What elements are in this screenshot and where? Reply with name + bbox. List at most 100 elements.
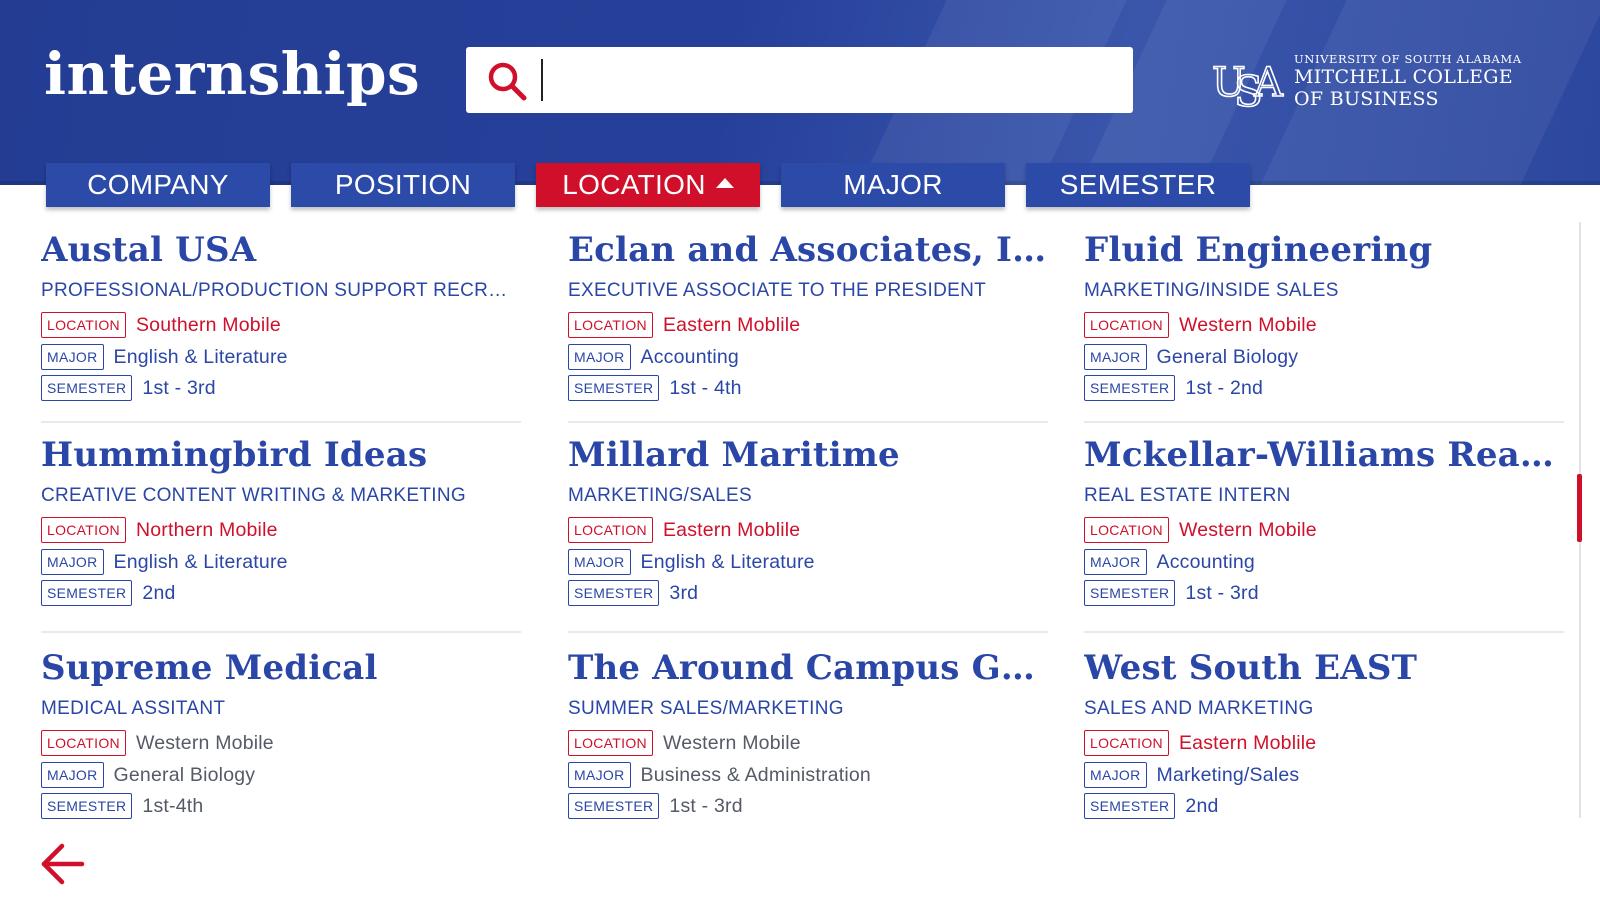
semester-value: 3rd — [669, 581, 699, 604]
company-name[interactable]: Eclan and Associates, Inc. — [568, 230, 1048, 270]
tab-major[interactable]: MAJOR — [781, 163, 1005, 207]
major-tag: MAJOR — [568, 344, 631, 370]
location-row: LOCATION Western Mobile — [1084, 312, 1317, 338]
position-title: MEDICAL ASSITANT — [41, 698, 226, 719]
location-row: LOCATION Northern Mobile — [41, 517, 278, 543]
company-name[interactable]: Supreme Medical — [41, 648, 521, 688]
semester-row: SEMESTER 1st - 3rd — [568, 793, 743, 819]
semester-row: SEMESTER 1st-4th — [41, 793, 203, 819]
tab-location[interactable]: LOCATION — [536, 163, 760, 207]
semester-tag: SEMESTER — [568, 580, 660, 606]
location-value: Southern Mobile — [135, 313, 281, 336]
location-row: LOCATION Southern Mobile — [41, 312, 281, 338]
tab-company[interactable]: COMPANY — [46, 163, 270, 207]
major-tag: MAJOR — [41, 762, 104, 788]
location-value: Western Mobile — [1178, 518, 1317, 541]
position-title: MARKETING/INSIDE SALES — [1084, 280, 1339, 301]
location-value: Northern Mobile — [135, 518, 278, 541]
tab-semester[interactable]: SEMESTER — [1026, 163, 1250, 207]
company-name[interactable]: Fluid Engineering — [1084, 230, 1564, 270]
semester-row: SEMESTER 1st - 3rd — [41, 375, 216, 401]
row-divider — [41, 631, 521, 633]
location-tag: LOCATION — [568, 312, 653, 338]
location-value: Eastern Moblile — [662, 313, 801, 336]
row-divider — [41, 421, 521, 423]
semester-tag: SEMESTER — [41, 793, 133, 819]
position-title: CREATIVE CONTENT WRITING & MARKETING — [41, 485, 466, 506]
semester-row: SEMESTER 1st - 2nd — [1084, 375, 1263, 401]
location-row: LOCATION Eastern Moblile — [568, 312, 800, 338]
semester-value: 2nd — [142, 581, 176, 604]
major-row: MAJOR General Biology — [1084, 344, 1298, 370]
semester-tag: SEMESTER — [568, 375, 660, 401]
arrow-left-icon[interactable] — [38, 842, 86, 886]
location-value: Eastern Moblile — [1178, 731, 1317, 754]
semester-tag: SEMESTER — [1084, 580, 1176, 606]
tab-position[interactable]: POSITION — [291, 163, 515, 207]
major-value: English & Literature — [113, 345, 288, 368]
tab-label: LOCATION — [562, 169, 706, 200]
major-row: MAJOR English & Literature — [41, 549, 288, 575]
major-tag: MAJOR — [1084, 762, 1147, 788]
semester-tag: SEMESTER — [41, 375, 133, 401]
semester-value: 2nd — [1185, 794, 1219, 817]
major-row: MAJOR General Biology — [41, 762, 255, 788]
company-name[interactable]: Austal USA — [41, 230, 521, 270]
semester-value: 1st - 3rd — [669, 794, 743, 817]
sort-ascending-triangle-icon — [715, 178, 734, 188]
semester-value: 1st - 2nd — [1185, 376, 1264, 399]
semester-tag: SEMESTER — [568, 793, 660, 819]
tab-label: COMPANY — [87, 169, 229, 200]
location-value: Western Mobile — [1178, 313, 1317, 336]
company-name[interactable]: West South EAST — [1084, 648, 1564, 688]
major-value: English & Literature — [113, 550, 288, 573]
app-header: internships U S A UNIVERSITY OF SOUTH AL… — [0, 0, 1600, 185]
tab-label: SEMESTER — [1059, 169, 1217, 200]
university-brand: U S A UNIVERSITY OF SOUTH ALABAMA MITCHE… — [1210, 50, 1540, 114]
location-tag: LOCATION — [41, 517, 126, 543]
semester-row: SEMESTER 1st - 4th — [568, 375, 742, 401]
semester-value: 1st-4th — [142, 794, 204, 817]
major-tag: MAJOR — [41, 344, 104, 370]
tab-label: MAJOR — [843, 169, 943, 200]
position-title: REAL ESTATE INTERN — [1084, 485, 1291, 506]
company-name[interactable]: Hummingbird Ideas — [41, 435, 521, 475]
company-name[interactable]: Millard Maritime — [568, 435, 1048, 475]
location-row: LOCATION Eastern Moblile — [568, 517, 800, 543]
search-icon[interactable] — [486, 60, 528, 102]
scrollbar-thumb[interactable] — [1577, 474, 1582, 542]
location-value: Western Mobile — [135, 731, 274, 754]
location-row: LOCATION Western Mobile — [1084, 517, 1317, 543]
semester-row: SEMESTER 2nd — [1084, 793, 1219, 819]
search-bar[interactable] — [466, 47, 1133, 113]
semester-value: 1st - 4th — [669, 376, 742, 399]
major-row: MAJOR Marketing/Sales — [1084, 762, 1299, 788]
location-tag: LOCATION — [41, 730, 126, 756]
company-name[interactable]: The Around Campus Group — [568, 648, 1048, 688]
major-value: Marketing/Sales — [1156, 763, 1300, 786]
major-row: MAJOR Accounting — [1084, 549, 1255, 575]
brand-college-name: MITCHELL COLLEGE — [1294, 66, 1513, 88]
location-tag: LOCATION — [568, 517, 653, 543]
location-value: Western Mobile — [662, 731, 801, 754]
semester-value: 1st - 3rd — [1185, 581, 1259, 604]
major-tag: MAJOR — [568, 762, 631, 788]
search-input[interactable] — [542, 55, 1117, 105]
semester-tag: SEMESTER — [1084, 375, 1176, 401]
semester-tag: SEMESTER — [41, 580, 133, 606]
location-tag: LOCATION — [1084, 730, 1169, 756]
position-title: EXECUTIVE ASSOCIATE TO THE PRESIDENT — [568, 280, 986, 301]
major-row: MAJOR Business & Administration — [568, 762, 871, 788]
major-tag: MAJOR — [41, 549, 104, 575]
svg-text:A: A — [1253, 60, 1284, 106]
major-tag: MAJOR — [1084, 549, 1147, 575]
major-row: MAJOR Accounting — [568, 344, 739, 370]
usa-monogram-icon: U S A — [1211, 59, 1285, 114]
company-name[interactable]: Mckellar-Williams Realty — [1084, 435, 1564, 475]
location-tag: LOCATION — [1084, 517, 1169, 543]
tab-label: POSITION — [334, 169, 472, 200]
row-divider — [568, 421, 1048, 423]
location-tag: LOCATION — [1084, 312, 1169, 338]
semester-row: SEMESTER 3rd — [568, 580, 698, 606]
major-tag: MAJOR — [568, 549, 631, 575]
